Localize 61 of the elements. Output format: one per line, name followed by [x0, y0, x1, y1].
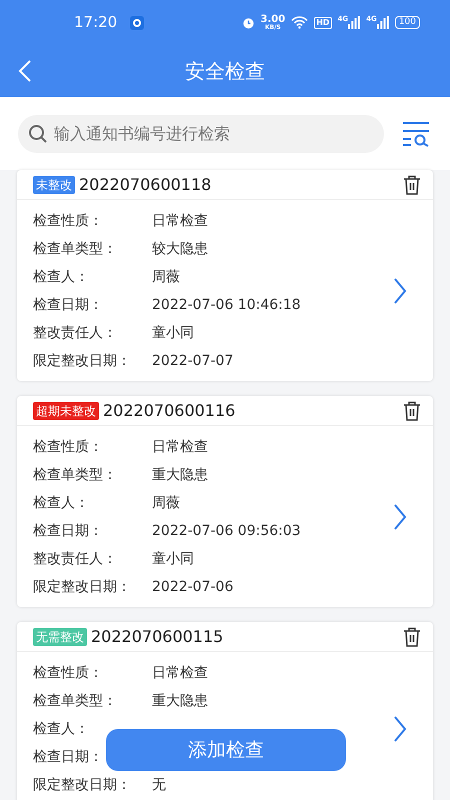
battery-indicator: 100	[394, 16, 420, 29]
field-label: 检查人：	[33, 269, 90, 285]
record-card[interactable]: 超期未整改 2022070600116 检查性质： 日常检查 检查单类型： 重大隐患 检查人： 周薇 检查日期： 2022-07-06 09:56:03 整改责任人： 童小同 限定整改日期： 2022-07-06	[17, 396, 433, 607]
record-number: 2022070600116	[103, 400, 236, 422]
chevron-right-icon[interactable]	[393, 716, 407, 742]
search-field[interactable]: 输入通知书编号进行检索	[18, 115, 384, 153]
delete-icon[interactable]	[403, 174, 421, 194]
field-label: 限定整改日期：	[33, 579, 132, 595]
field-value: 日常检查	[152, 439, 208, 455]
field-value: 2022-07-06 09:56:03	[152, 523, 301, 539]
field-label: 检查日期：	[33, 749, 104, 765]
app-icon	[130, 16, 144, 30]
field-value: 童小同	[152, 325, 194, 341]
status-tag: 超期未整改	[33, 402, 99, 420]
field-label: 检查单类型：	[33, 467, 118, 483]
network-speed: 3.00	[260, 14, 286, 24]
field-value: 日常检查	[152, 665, 208, 681]
record-number: 2022070600118	[79, 174, 212, 196]
back-icon[interactable]	[18, 59, 32, 83]
record-card[interactable]: 未整改 2022070600118 检查性质： 日常检查 检查单类型： 较大隐患 检查人： 周薇 检查日期： 2022-07-06 10:46:18 整改责任人： 童小同 限定整改日期： 2022-07-07	[17, 170, 433, 381]
field-label: 检查日期：	[33, 297, 104, 313]
field-value: 2022-07-06	[152, 579, 234, 595]
field-value: 日常检查	[152, 213, 208, 229]
field-value: 童小同	[152, 551, 194, 567]
field-value: 重大隐患	[152, 467, 208, 483]
hd-badge: HD	[314, 16, 332, 28]
alarm-icon	[242, 16, 255, 29]
delete-icon[interactable]	[403, 626, 421, 646]
filter-search-icon[interactable]	[402, 121, 430, 147]
status-time: 17:20	[74, 12, 118, 34]
field-value: 较大隐患	[152, 241, 208, 257]
field-label: 检查人：	[33, 495, 90, 511]
field-label: 限定整改日期：	[33, 777, 132, 793]
signal-icon	[376, 16, 389, 29]
field-label: 检查性质：	[33, 439, 104, 455]
field-label: 整改责任人：	[33, 325, 118, 341]
status-tag: 未整改	[33, 176, 75, 194]
record-number: 2022070600115	[91, 626, 224, 648]
field-label: 检查日期：	[33, 523, 104, 539]
field-value: 无	[152, 777, 166, 793]
field-label: 检查性质：	[33, 213, 104, 229]
wifi-icon	[291, 16, 308, 29]
field-label: 检查性质：	[33, 665, 104, 681]
chevron-right-icon[interactable]	[393, 278, 407, 304]
add-inspection-button[interactable]: 添加检查	[106, 729, 346, 771]
field-value: 周薇	[152, 495, 180, 511]
field-label: 限定整改日期：	[33, 353, 132, 369]
signal-icon	[348, 16, 360, 29]
page-title: 安全检查	[185, 58, 265, 85]
delete-icon[interactable]	[403, 400, 421, 420]
field-value: 周薇	[152, 269, 180, 285]
field-value: 重大隐患	[152, 693, 208, 709]
field-label: 检查人：	[33, 721, 90, 737]
field-label: 整改责任人：	[33, 551, 118, 567]
field-label: 检查单类型：	[33, 693, 118, 709]
search-icon	[28, 124, 48, 144]
field-value: 2022-07-06 10:46:18	[152, 297, 301, 313]
field-value: 2022-07-07	[152, 353, 234, 369]
field-label: 检查单类型：	[33, 241, 118, 257]
status-tag: 无需整改	[33, 628, 87, 646]
chevron-right-icon[interactable]	[393, 504, 407, 530]
